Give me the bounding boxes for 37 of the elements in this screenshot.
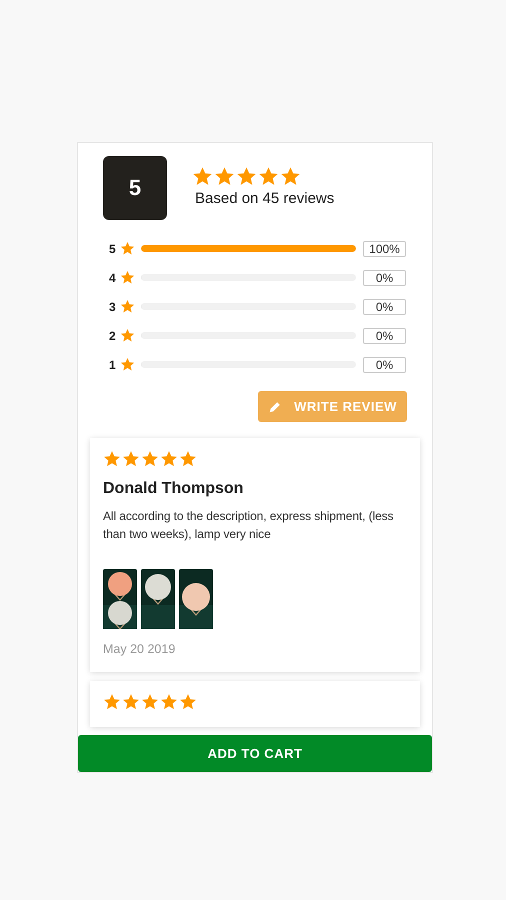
review-count: Based on 45 reviews — [195, 190, 334, 206]
pencil-icon — [268, 400, 282, 414]
rating-label: 3 — [109, 300, 117, 314]
star-icon — [122, 450, 140, 468]
rating-label: 1 — [109, 358, 117, 372]
star-icon — [120, 328, 135, 343]
reviewer-name: Donald Thompson — [103, 480, 244, 498]
star-icon — [160, 450, 178, 468]
percent-label: 0% — [363, 298, 406, 314]
star-icon — [120, 299, 135, 314]
star-icon — [103, 693, 121, 711]
star-icon — [141, 450, 159, 468]
star-icon — [103, 450, 121, 468]
star-icon — [192, 166, 213, 186]
star-icon — [120, 270, 135, 285]
star-icon — [236, 166, 257, 186]
star-icon — [120, 241, 135, 256]
review-date: May 20 2019 — [103, 642, 176, 656]
star-icon — [122, 693, 140, 711]
star-icon — [280, 166, 301, 186]
percent-label: 100% — [363, 240, 406, 256]
percent-label: 0% — [363, 328, 406, 344]
star-icon — [141, 693, 159, 711]
rating-label: 4 — [109, 270, 117, 284]
star-icon — [179, 450, 197, 468]
star-icon — [214, 166, 235, 186]
rating-label: 5 — [109, 242, 117, 256]
average-score: 5 — [103, 156, 167, 220]
percent-label: 0% — [363, 356, 406, 372]
star-icon — [120, 357, 135, 372]
star-icon — [160, 693, 178, 711]
review-text: All according to the description, express shipment, (less than two weeks), lamp very nice — [103, 508, 394, 543]
star-icon — [179, 693, 197, 711]
rating-label: 2 — [109, 328, 117, 342]
star-icon — [258, 166, 279, 186]
percent-label: 0% — [363, 270, 406, 286]
add-to-cart-button[interactable]: ADD TO CART — [78, 735, 432, 772]
